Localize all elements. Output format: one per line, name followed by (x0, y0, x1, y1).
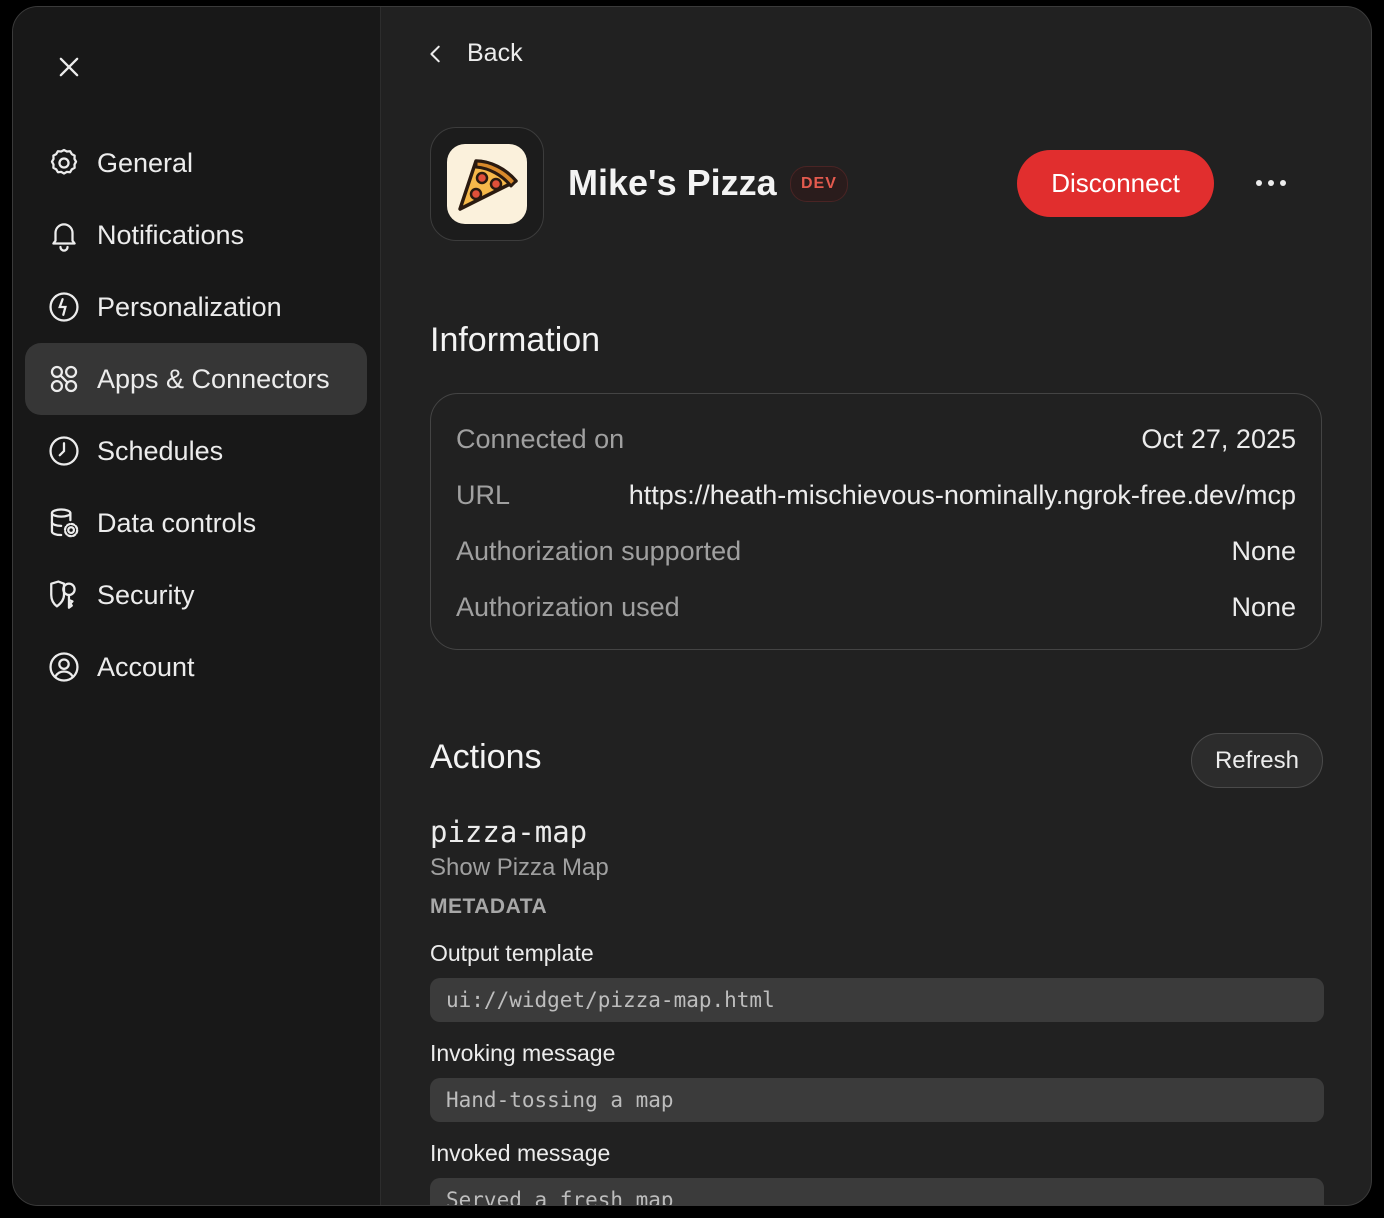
sidebar-nav: General Notifications Personalization Ap… (25, 127, 367, 703)
app-title: Mike's Pizza (568, 162, 777, 203)
chevron-left-icon (430, 45, 440, 62)
user-circle-icon (47, 650, 81, 684)
bell-icon (47, 218, 81, 252)
refresh-button[interactable]: Refresh (1191, 733, 1323, 788)
sidebar: General Notifications Personalization Ap… (13, 7, 381, 1205)
sidebar-item-schedules[interactable]: Schedules (25, 415, 367, 487)
info-key: Authorization used (456, 592, 680, 622)
sidebar-item-general[interactable]: General (25, 127, 367, 199)
back-button[interactable]: Back (425, 39, 523, 68)
info-row-url: URL https://heath-mischievous-nominally.… (456, 480, 1296, 511)
close-icon (59, 57, 79, 77)
invoked-message-value: Served a fresh map (430, 1178, 1324, 1205)
close-button[interactable] (51, 49, 87, 85)
field-label-invoking-message: Invoking message (430, 1040, 616, 1066)
sidebar-item-account[interactable]: Account (25, 631, 367, 703)
main-panel: Back Mike's Pizza DEV Disconnect Informa… (381, 7, 1371, 1205)
sidebar-item-personalization[interactable]: Personalization (25, 271, 367, 343)
info-row-auth-supported: Authorization supported None (456, 536, 1296, 567)
sidebar-item-security[interactable]: Security (25, 559, 367, 631)
sidebar-item-apps-connectors[interactable]: Apps & Connectors (25, 343, 367, 415)
info-value: None (1231, 592, 1296, 622)
personalization-icon (47, 290, 81, 324)
info-key: Authorization supported (456, 536, 742, 566)
info-key: URL (456, 480, 511, 510)
action-description: Show Pizza Map (430, 854, 609, 881)
database-gear-icon (47, 506, 81, 540)
info-row-connected-on: Connected on Oct 27, 2025 (456, 424, 1296, 455)
metadata-label: METADATA (430, 895, 548, 918)
information-card: Connected on Oct 27, 2025 URL https://he… (430, 393, 1322, 650)
info-value: None (1231, 536, 1296, 566)
back-label: Back (467, 39, 523, 67)
pizza-icon (447, 144, 527, 224)
gear-icon (47, 146, 81, 180)
field-label-output-template: Output template (430, 940, 594, 966)
sidebar-item-notifications[interactable]: Notifications (25, 199, 367, 271)
output-template-value: ui://widget/pizza-map.html (430, 978, 1324, 1022)
info-key: Connected on (456, 424, 625, 454)
info-row-auth-used: Authorization used None (456, 592, 1296, 623)
sidebar-item-data-controls[interactable]: Data controls (25, 487, 367, 559)
clock-icon (47, 434, 81, 468)
sidebar-item-label: Apps & Connectors (97, 363, 330, 394)
disconnect-button[interactable]: Disconnect (1017, 150, 1214, 217)
app-icon (430, 127, 544, 241)
info-value: Oct 27, 2025 (1141, 424, 1296, 454)
ellipsis-icon (1256, 180, 1286, 186)
dev-badge: DEV (790, 166, 848, 202)
sidebar-item-label: General (97, 147, 194, 178)
sidebar-item-label: Account (97, 651, 195, 682)
invoking-message-value: Hand-tossing a map (430, 1078, 1324, 1122)
sidebar-item-label: Schedules (97, 435, 224, 466)
sidebar-item-label: Personalization (97, 291, 282, 322)
sidebar-item-label: Security (97, 579, 195, 610)
actions-heading: Actions (430, 738, 542, 776)
field-label-invoked-message: Invoked message (430, 1140, 611, 1166)
more-options-button[interactable] (1249, 165, 1293, 201)
action-name: pizza-map (430, 815, 588, 849)
sidebar-item-label: Data controls (97, 507, 257, 538)
settings-window: General Notifications Personalization Ap… (12, 6, 1372, 1206)
sidebar-item-label: Notifications (97, 219, 245, 250)
shield-key-icon (47, 578, 81, 612)
information-heading: Information (430, 321, 601, 359)
info-value: https://heath-mischievous-nominally.ngro… (628, 480, 1296, 510)
apps-icon (47, 362, 81, 396)
